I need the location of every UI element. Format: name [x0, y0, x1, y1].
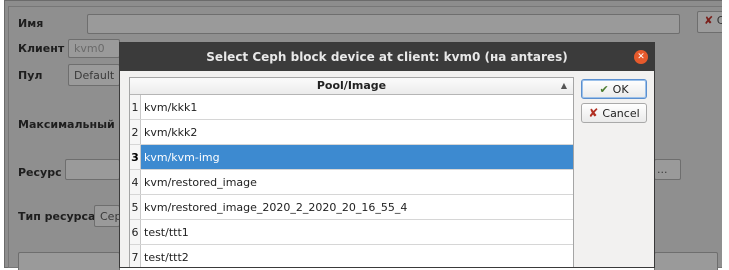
row-number: 7 — [130, 245, 141, 267]
client-label: Клиент — [18, 42, 65, 55]
row-number: 1 — [130, 95, 141, 119]
bottom-field-right — [654, 252, 718, 270]
list-item[interactable]: 1 kvm/kkk1 — [130, 95, 573, 120]
resource-type-label: Тип ресурса — [18, 210, 96, 223]
column-header-label: Pool/Image — [316, 79, 387, 92]
row-label: kvm/kkk2 — [144, 125, 198, 139]
sort-asc-icon: ▲ — [560, 81, 567, 90]
row-label: kvm/restored_image_2020_2_2020_20_16_55_… — [144, 200, 408, 214]
cancel-label: Cancel — [602, 106, 640, 120]
row-number: 6 — [130, 220, 141, 244]
ok-button[interactable]: ✔ OK — [581, 79, 647, 99]
resource-input[interactable] — [65, 159, 120, 180]
ok-label: OK — [612, 82, 629, 96]
row-number: 4 — [130, 170, 141, 194]
row-label: test/ttt1 — [144, 225, 189, 239]
window-edge — [722, 0, 729, 270]
resource-browse-button[interactable]: ... — [654, 159, 681, 180]
row-number: 2 — [130, 120, 141, 144]
row-number: 5 — [130, 195, 141, 219]
dialog-titlebar[interactable]: Select Ceph block device at client: kvm0… — [120, 43, 654, 71]
client-field: kvm0 — [68, 39, 120, 58]
check-icon: ✔ — [599, 82, 609, 96]
dialog-title: Select Ceph block device at client: kvm0… — [206, 50, 568, 64]
row-number: 3 — [130, 145, 141, 169]
x-icon: ✘ — [588, 106, 599, 120]
row-label: kvm/kkk1 — [144, 100, 198, 114]
row-label: kvm/restored_image — [144, 175, 257, 189]
pool-dropdown[interactable]: Default — [68, 64, 120, 86]
pool-label: Пул — [18, 69, 43, 82]
max-label: Максимальный о — [18, 118, 127, 131]
name-input[interactable] — [87, 14, 680, 34]
list-item-selected[interactable]: 3 kvm/kvm-img — [130, 145, 573, 170]
list-item[interactable]: 4 kvm/restored_image — [130, 170, 573, 195]
row-label: kvm/kvm-img — [141, 150, 220, 164]
list-item[interactable]: 2 kvm/kkk2 — [130, 120, 573, 145]
close-icon[interactable]: ✕ — [634, 50, 648, 64]
list-item[interactable]: 5 kvm/restored_image_2020_2_2020_20_16_5… — [130, 195, 573, 220]
close-x-icon: ✘ — [704, 14, 714, 27]
list-item[interactable]: 6 test/ttt1 — [130, 220, 573, 245]
resource-label: Ресурс — [18, 166, 62, 179]
pool-image-list[interactable]: Pool/Image ▲ 1 kvm/kkk1 2 kvm/kkk2 3 kvm… — [129, 77, 574, 267]
list-item[interactable]: 7 test/ttt2 — [130, 245, 573, 267]
resource-type-dropdown[interactable]: Сер — [94, 205, 120, 227]
column-header-pool-image[interactable]: Pool/Image ▲ — [130, 78, 573, 95]
cancel-button[interactable]: ✘ Cancel — [581, 103, 647, 123]
ceph-select-dialog: Select Ceph block device at client: kvm0… — [119, 42, 655, 268]
row-label: test/ttt2 — [144, 250, 189, 264]
bottom-field — [18, 252, 120, 270]
name-label: Имя — [18, 17, 44, 30]
